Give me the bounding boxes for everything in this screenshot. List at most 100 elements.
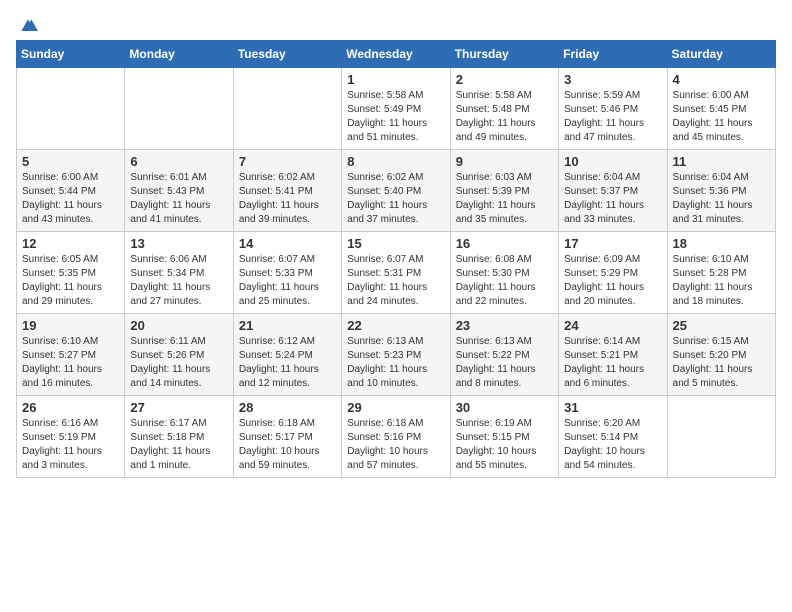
day-info: Sunrise: 6:14 AM Sunset: 5:21 PM Dayligh… [564,335,661,391]
day-number: 23 [456,318,553,333]
day-number: 8 [347,154,444,169]
day-number: 2 [456,72,553,87]
calendar-header-wednesday: Wednesday [342,41,450,68]
calendar-cell: 9 Sunrise: 6:03 AM Sunset: 5:39 PM Daylig… [450,150,558,232]
day-number: 13 [130,236,227,251]
day-info: Sunrise: 6:18 AM Sunset: 5:16 PM Dayligh… [347,417,444,473]
calendar-cell [667,396,775,478]
day-info: Sunrise: 6:10 AM Sunset: 5:28 PM Dayligh… [673,253,770,309]
day-info: Sunrise: 5:58 AM Sunset: 5:49 PM Dayligh… [347,89,444,145]
day-info: Sunrise: 6:15 AM Sunset: 5:20 PM Dayligh… [673,335,770,391]
calendar-cell: 19 Sunrise: 6:10 AM Sunset: 5:27 PM Dayli… [17,314,125,396]
calendar-cell: 29 Sunrise: 6:18 AM Sunset: 5:16 PM Dayli… [342,396,450,478]
day-info: Sunrise: 6:10 AM Sunset: 5:27 PM Dayligh… [22,335,119,391]
day-number: 14 [239,236,336,251]
calendar-cell [125,68,233,150]
calendar-header-tuesday: Tuesday [233,41,341,68]
calendar-cell: 16 Sunrise: 6:08 AM Sunset: 5:30 PM Dayli… [450,232,558,314]
calendar-header-row: SundayMondayTuesdayWednesdayThursdayFrid… [17,41,776,68]
day-info: Sunrise: 6:02 AM Sunset: 5:41 PM Dayligh… [239,171,336,227]
day-number: 29 [347,400,444,415]
calendar-table: SundayMondayTuesdayWednesdayThursdayFrid… [16,40,776,478]
calendar-cell: 3 Sunrise: 5:59 AM Sunset: 5:46 PM Daylig… [559,68,667,150]
day-info: Sunrise: 6:07 AM Sunset: 5:31 PM Dayligh… [347,253,444,309]
calendar-header-monday: Monday [125,41,233,68]
calendar-week-row: 26 Sunrise: 6:16 AM Sunset: 5:19 PM Dayli… [17,396,776,478]
calendar-header-friday: Friday [559,41,667,68]
calendar-cell: 20 Sunrise: 6:11 AM Sunset: 5:26 PM Dayli… [125,314,233,396]
calendar-header-sunday: Sunday [17,41,125,68]
day-number: 4 [673,72,770,87]
calendar-cell: 10Sunrise: 6:04 AM Sunset: 5:37 PM Dayli… [559,150,667,232]
day-number: 31 [564,400,661,415]
day-info: Sunrise: 6:03 AM Sunset: 5:39 PM Dayligh… [456,171,553,227]
day-info: Sunrise: 6:08 AM Sunset: 5:30 PM Dayligh… [456,253,553,309]
day-info: Sunrise: 6:18 AM Sunset: 5:17 PM Dayligh… [239,417,336,473]
calendar-week-row: 5Sunrise: 6:00 AM Sunset: 5:44 PM Daylig… [17,150,776,232]
day-number: 25 [673,318,770,333]
day-number: 7 [239,154,336,169]
calendar-header-saturday: Saturday [667,41,775,68]
day-info: Sunrise: 6:20 AM Sunset: 5:14 PM Dayligh… [564,417,661,473]
calendar-cell: 13 Sunrise: 6:06 AM Sunset: 5:34 PM Dayli… [125,232,233,314]
day-number: 3 [564,72,661,87]
day-number: 21 [239,318,336,333]
day-info: Sunrise: 6:00 AM Sunset: 5:45 PM Dayligh… [673,89,770,145]
day-number: 15 [347,236,444,251]
calendar-cell: 6Sunrise: 6:01 AM Sunset: 5:43 PM Daylig… [125,150,233,232]
day-number: 6 [130,154,227,169]
calendar-cell: 5Sunrise: 6:00 AM Sunset: 5:44 PM Daylig… [17,150,125,232]
day-number: 10 [564,154,661,169]
calendar-cell: 15 Sunrise: 6:07 AM Sunset: 5:31 PM Dayli… [342,232,450,314]
day-info: Sunrise: 6:11 AM Sunset: 5:26 PM Dayligh… [130,335,227,391]
day-info: Sunrise: 5:59 AM Sunset: 5:46 PM Dayligh… [564,89,661,145]
day-info: Sunrise: 6:05 AM Sunset: 5:35 PM Dayligh… [22,253,119,309]
day-number: 19 [22,318,119,333]
day-number: 28 [239,400,336,415]
day-info: Sunrise: 6:02 AM Sunset: 5:40 PM Dayligh… [347,171,444,227]
day-number: 30 [456,400,553,415]
day-number: 20 [130,318,227,333]
calendar-cell: 7 Sunrise: 6:02 AM Sunset: 5:41 PM Daylig… [233,150,341,232]
day-number: 1 [347,72,444,87]
calendar-cell: 14 Sunrise: 6:07 AM Sunset: 5:33 PM Dayli… [233,232,341,314]
calendar-week-row: 1 Sunrise: 5:58 AM Sunset: 5:49 PM Daylig… [17,68,776,150]
calendar-cell [17,68,125,150]
day-number: 9 [456,154,553,169]
day-info: Sunrise: 6:00 AM Sunset: 5:44 PM Dayligh… [22,171,119,227]
calendar-cell: 27Sunrise: 6:17 AM Sunset: 5:18 PM Dayli… [125,396,233,478]
calendar-cell: 1 Sunrise: 5:58 AM Sunset: 5:49 PM Daylig… [342,68,450,150]
calendar-cell: 12Sunrise: 6:05 AM Sunset: 5:35 PM Dayli… [17,232,125,314]
day-info: Sunrise: 6:19 AM Sunset: 5:15 PM Dayligh… [456,417,553,473]
calendar-header-thursday: Thursday [450,41,558,68]
calendar-cell: 22 Sunrise: 6:13 AM Sunset: 5:23 PM Dayli… [342,314,450,396]
day-number: 17 [564,236,661,251]
day-info: Sunrise: 6:16 AM Sunset: 5:19 PM Dayligh… [22,417,119,473]
day-info: Sunrise: 6:06 AM Sunset: 5:34 PM Dayligh… [130,253,227,309]
day-number: 24 [564,318,661,333]
calendar-cell: 23Sunrise: 6:13 AM Sunset: 5:22 PM Dayli… [450,314,558,396]
day-number: 16 [456,236,553,251]
day-info: Sunrise: 6:12 AM Sunset: 5:24 PM Dayligh… [239,335,336,391]
day-info: Sunrise: 6:09 AM Sunset: 5:29 PM Dayligh… [564,253,661,309]
calendar-cell: 8 Sunrise: 6:02 AM Sunset: 5:40 PM Daylig… [342,150,450,232]
page-header [16,16,776,32]
logo [16,16,38,32]
day-number: 18 [673,236,770,251]
day-number: 11 [673,154,770,169]
calendar-cell: 28 Sunrise: 6:18 AM Sunset: 5:17 PM Dayli… [233,396,341,478]
day-number: 26 [22,400,119,415]
calendar-cell: 18 Sunrise: 6:10 AM Sunset: 5:28 PM Dayli… [667,232,775,314]
calendar-week-row: 12Sunrise: 6:05 AM Sunset: 5:35 PM Dayli… [17,232,776,314]
calendar-cell: 21 Sunrise: 6:12 AM Sunset: 5:24 PM Dayli… [233,314,341,396]
calendar-cell: 30 Sunrise: 6:19 AM Sunset: 5:15 PM Dayli… [450,396,558,478]
day-info: Sunrise: 6:04 AM Sunset: 5:36 PM Dayligh… [673,171,770,227]
calendar-cell: 4 Sunrise: 6:00 AM Sunset: 5:45 PM Daylig… [667,68,775,150]
calendar-cell: 2 Sunrise: 5:58 AM Sunset: 5:48 PM Daylig… [450,68,558,150]
day-info: Sunrise: 6:07 AM Sunset: 5:33 PM Dayligh… [239,253,336,309]
day-info: Sunrise: 6:13 AM Sunset: 5:23 PM Dayligh… [347,335,444,391]
day-info: Sunrise: 6:17 AM Sunset: 5:18 PM Dayligh… [130,417,227,473]
calendar-cell: 24 Sunrise: 6:14 AM Sunset: 5:21 PM Dayli… [559,314,667,396]
day-number: 22 [347,318,444,333]
day-info: Sunrise: 5:58 AM Sunset: 5:48 PM Dayligh… [456,89,553,145]
